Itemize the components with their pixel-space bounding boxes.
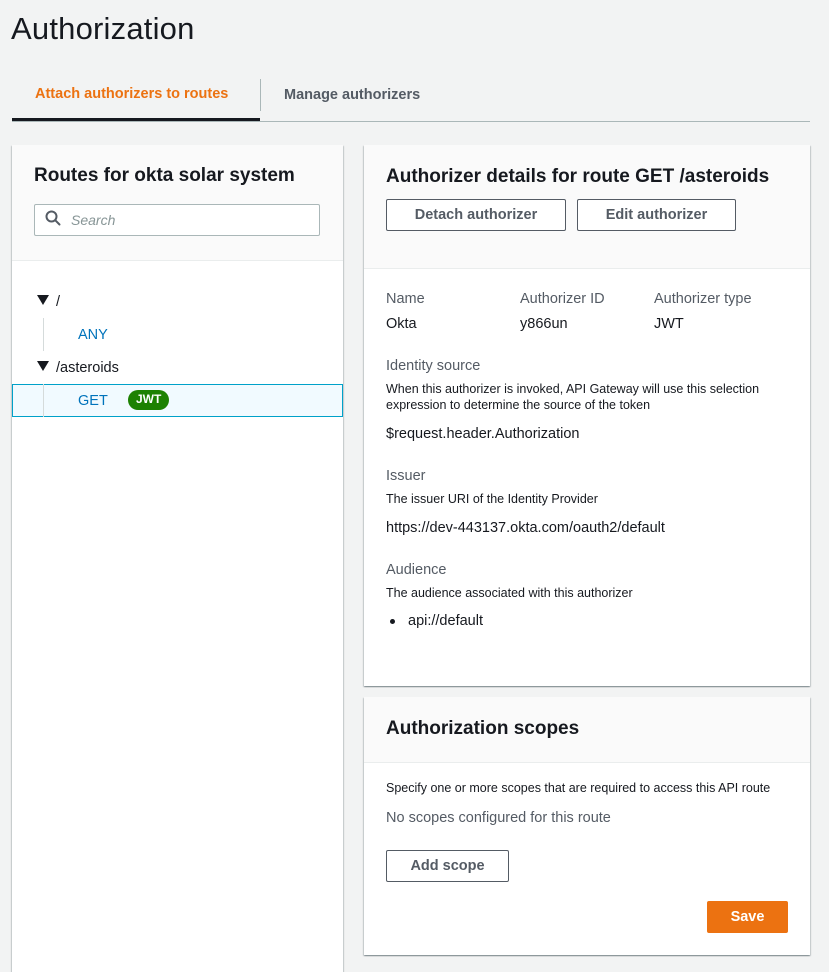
identity-source-label: Identity source — [386, 358, 481, 374]
field-authorizer-type: Authorizer type JWT — [654, 291, 788, 332]
routes-title: Routes for okta solar system — [34, 165, 295, 186]
tree-method-row-selected[interactable]: GET JWT — [12, 384, 343, 417]
scopes-body: Specify one or more scopes that are requ… — [364, 763, 810, 882]
routes-header: Routes for okta solar system — [12, 145, 343, 261]
detach-authorizer-button[interactable]: Detach authorizer — [386, 199, 566, 231]
routes-tree: / ANY /asteroids GET JWT — [12, 285, 343, 417]
search-icon — [45, 210, 61, 231]
details-title: Authorizer details for route GET /astero… — [386, 166, 770, 187]
tree-guide-line — [43, 384, 44, 417]
route-path[interactable]: / — [56, 294, 60, 310]
field-label: Authorizer type — [654, 291, 752, 307]
route-method-any[interactable]: ANY — [78, 327, 108, 343]
field-value: y866un — [520, 316, 568, 332]
issuer-value: https://dev-443137.okta.com/oauth2/defau… — [386, 520, 665, 536]
field-label: Name — [386, 291, 425, 307]
details-header: Authorizer details for route GET /astero… — [364, 145, 810, 269]
issuer-label: Issuer — [386, 468, 426, 484]
audience-value: api://default — [408, 613, 483, 629]
authorizer-fields: Name Okta Authorizer ID y866un Authorize… — [386, 291, 788, 332]
scopes-empty-text: No scopes configured for this route — [386, 810, 611, 826]
page-title: Authorization — [11, 11, 195, 46]
tree-guide-line — [43, 318, 44, 351]
tree-node-asteroids: /asteroids — [12, 351, 343, 384]
identity-source-section: Identity source When this authorizer is … — [386, 358, 788, 442]
authorization-scopes-panel: Authorization scopes Specify one or more… — [364, 697, 810, 955]
scopes-title: Authorization scopes — [386, 718, 580, 739]
search-input[interactable] — [71, 212, 301, 228]
field-name: Name Okta — [386, 291, 520, 332]
issuer-section: Issuer The issuer URI of the Identity Pr… — [386, 468, 788, 536]
tree-method-row[interactable]: ANY — [12, 318, 343, 351]
audience-description: The audience associated with this author… — [386, 586, 633, 600]
add-scope-button[interactable]: Add scope — [386, 850, 509, 882]
tab-bar: Attach authorizers to routes Manage auth… — [12, 70, 810, 122]
edit-authorizer-button[interactable]: Edit authorizer — [577, 199, 736, 231]
caret-down-icon[interactable] — [36, 293, 50, 307]
scopes-header: Authorization scopes — [364, 697, 810, 763]
caret-down-icon[interactable] — [36, 359, 50, 373]
field-value: Okta — [386, 316, 417, 332]
identity-source-value: $request.header.Authorization — [386, 426, 580, 442]
authorizer-details-panel: Authorizer details for route GET /astero… — [364, 145, 810, 686]
field-label: Authorizer ID — [520, 291, 605, 307]
audience-label: Audience — [386, 562, 447, 578]
details-body: Name Okta Authorizer ID y866un Authorize… — [364, 269, 810, 629]
search-box — [34, 204, 320, 236]
save-button[interactable]: Save — [707, 901, 788, 933]
identity-source-description: When this authorizer is invoked, API Gat… — [386, 382, 760, 412]
audience-item: api://default — [386, 613, 788, 629]
audience-section: Audience The audience associated with th… — [386, 562, 788, 629]
scopes-description: Specify one or more scopes that are requ… — [386, 781, 771, 795]
field-value: JWT — [654, 316, 684, 332]
details-actions: Detach authorizer Edit authorizer — [386, 199, 788, 231]
tree-node-root: / — [12, 285, 343, 318]
jwt-badge: JWT — [128, 390, 170, 410]
tab-attach-authorizers[interactable]: Attach authorizers to routes — [12, 70, 260, 121]
issuer-description: The issuer URI of the Identity Provider — [386, 492, 598, 506]
field-authorizer-id: Authorizer ID y866un — [520, 291, 654, 332]
bullet-icon — [390, 618, 395, 624]
tab-manage-authorizers[interactable]: Manage authorizers — [261, 70, 420, 120]
route-path[interactable]: /asteroids — [56, 360, 119, 376]
routes-panel: Routes for okta solar system / ANY — [12, 145, 343, 972]
route-method-get[interactable]: GET — [78, 393, 108, 409]
